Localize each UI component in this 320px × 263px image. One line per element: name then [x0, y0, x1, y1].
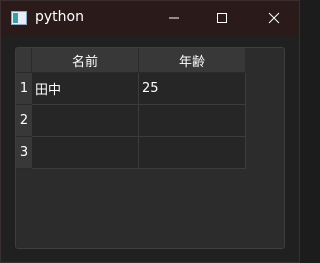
close-button[interactable]	[251, 1, 297, 35]
row-header-3[interactable]: 3	[16, 137, 32, 169]
table-cell[interactable]	[139, 137, 246, 169]
column-header-age[interactable]: 年齢	[139, 48, 246, 73]
close-icon	[268, 12, 280, 24]
title-bar[interactable]: python	[1, 1, 299, 35]
table-cell[interactable]: 25	[139, 73, 246, 105]
table-cell[interactable]: 田中	[32, 73, 139, 105]
column-header-name[interactable]: 名前	[32, 48, 139, 73]
window-title: python	[35, 9, 84, 25]
app-icon	[11, 11, 27, 25]
maximize-button[interactable]	[199, 1, 245, 35]
row-header-1[interactable]: 1	[16, 73, 32, 105]
table-widget: 名前 年齢 1 2 3 田中 25	[15, 47, 285, 249]
maximize-icon	[217, 13, 227, 23]
minimize-button[interactable]	[151, 1, 197, 35]
minimize-icon	[169, 17, 179, 19]
table-cell[interactable]	[32, 137, 139, 169]
row-header-2[interactable]: 2	[16, 105, 32, 137]
table-corner-button[interactable]	[16, 48, 32, 73]
table-cell[interactable]	[139, 105, 246, 137]
table-cell[interactable]	[32, 105, 139, 137]
app-window: python 名前 年齢 1 2 3 田中 25	[0, 0, 300, 263]
